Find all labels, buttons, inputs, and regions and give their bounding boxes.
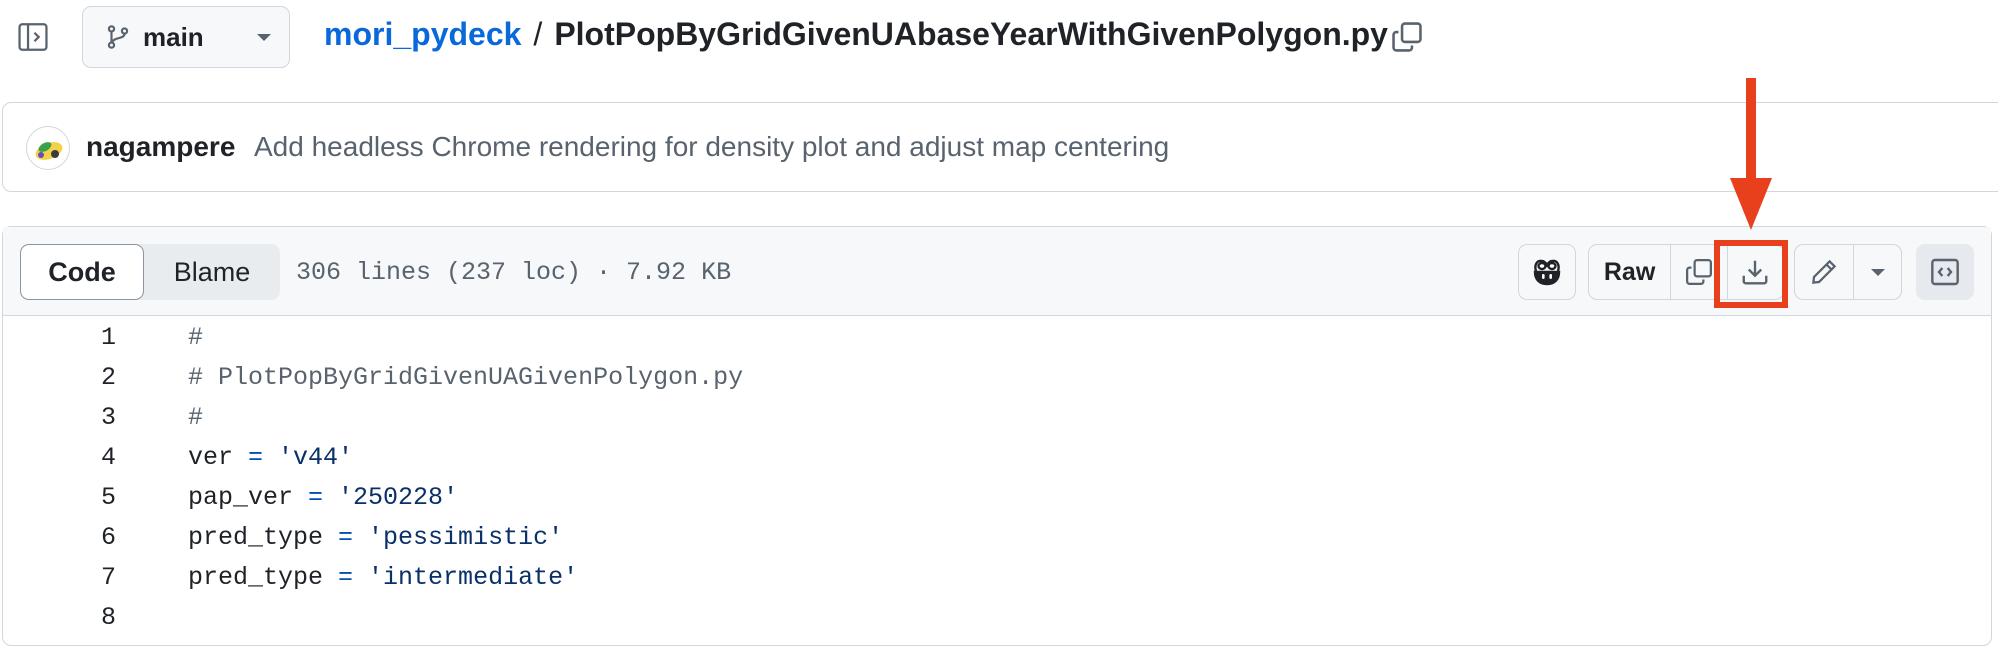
tab-code[interactable]: Code: [20, 244, 144, 300]
line-number[interactable]: 3: [0, 398, 116, 438]
code-token: #: [188, 403, 204, 432]
code-line: 6 pred_type = 'pessimistic': [0, 518, 1998, 558]
commit-author[interactable]: nagampere: [86, 131, 235, 163]
code-token: #: [188, 323, 204, 352]
git-branch-icon: [105, 23, 131, 51]
code-token: =: [323, 563, 369, 592]
tab-blame[interactable]: Blame: [144, 244, 280, 300]
line-number[interactable]: 2: [0, 358, 116, 398]
symbols-panel-button[interactable]: [1916, 244, 1974, 300]
line-number[interactable]: 5: [0, 478, 116, 518]
breadcrumb: mori_pydeck / PlotPopByGridGivenUAbaseYe…: [324, 16, 1388, 53]
code-text: ver = 'v44': [188, 438, 353, 478]
raw-label: Raw: [1603, 257, 1656, 286]
edit-group: [1794, 244, 1902, 300]
file-name: PlotPopByGridGivenUAbaseYearWithGivenPol…: [554, 16, 1388, 52]
line-number[interactable]: 1: [0, 318, 116, 358]
code-token: 'pessimistic': [368, 523, 564, 552]
caret-down-icon: [255, 31, 273, 43]
code-line: 3 #: [0, 398, 1998, 438]
code-token: 'v44': [278, 443, 354, 472]
breadcrumb-separator: /: [533, 16, 543, 52]
branch-name: main: [143, 21, 204, 52]
code-line: 5 pap_ver = '250228': [0, 478, 1998, 518]
code-token: '250228': [338, 483, 459, 512]
code-token: =: [293, 483, 339, 512]
code-text: pap_ver = '250228': [188, 478, 458, 518]
code-text: pred_type = 'pessimistic': [188, 518, 563, 558]
code-token: # PlotPopByGridGivenUAGivenPolygon.py: [188, 363, 744, 392]
code-symbols-icon: [1929, 256, 1961, 288]
copy-icon: [1684, 257, 1714, 287]
commit-message[interactable]: Add headless Chrome rendering for densit…: [254, 131, 1169, 163]
branch-selector-button[interactable]: main: [82, 6, 290, 68]
view-mode-toggle: Code Blame: [20, 244, 280, 300]
code-line: 7 pred_type = 'intermediate': [0, 558, 1998, 598]
code-token: pred_type: [188, 563, 324, 592]
line-number[interactable]: 4: [0, 438, 116, 478]
raw-button[interactable]: Raw: [1589, 245, 1672, 299]
code-token: =: [233, 443, 279, 472]
code-token: 'intermediate': [368, 563, 579, 592]
code-text: #: [188, 398, 203, 438]
line-number[interactable]: 7: [0, 558, 116, 598]
line-number[interactable]: 8: [0, 598, 116, 638]
repo-link[interactable]: mori_pydeck: [324, 16, 521, 53]
annotation-arrow: [1730, 78, 1772, 230]
code-token: pap_ver: [188, 483, 294, 512]
code-line: 1 #: [0, 318, 1998, 358]
code-line: 4 ver = 'v44': [0, 438, 1998, 478]
code-token: pred_type: [188, 523, 324, 552]
copilot-button[interactable]: [1518, 244, 1576, 300]
code-line: 8: [0, 598, 1998, 638]
edit-menu-button[interactable]: [1854, 245, 1901, 299]
pencil-icon: [1809, 257, 1839, 287]
copy-path-icon[interactable]: [1390, 20, 1424, 54]
code-text: # PlotPopByGridGivenUAGivenPolygon.py: [188, 358, 743, 398]
sidebar-toggle-icon[interactable]: [16, 20, 50, 54]
download-highlight-box: [1714, 240, 1788, 308]
avatar[interactable]: [26, 126, 70, 170]
copilot-icon: [1531, 257, 1563, 287]
code-token: ver: [188, 443, 234, 472]
code-text: #: [188, 318, 203, 358]
code-token: =: [323, 523, 369, 552]
code-line: 2 # PlotPopByGridGivenUAGivenPolygon.py: [0, 358, 1998, 398]
line-number[interactable]: 6: [0, 518, 116, 558]
code-text: pred_type = 'intermediate': [188, 558, 578, 598]
edit-button[interactable]: [1795, 245, 1854, 299]
file-info: 306 lines (237 loc) · 7.92 KB: [296, 258, 732, 287]
caret-down-icon: [1869, 266, 1887, 278]
